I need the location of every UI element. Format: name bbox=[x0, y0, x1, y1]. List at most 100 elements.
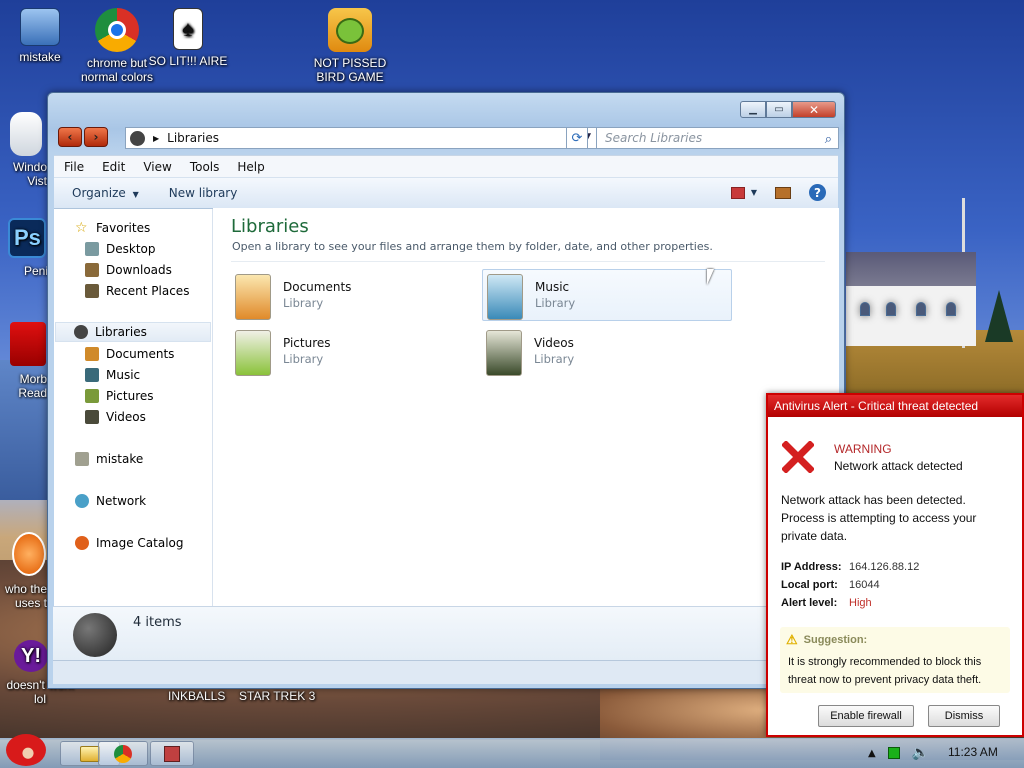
refresh-button[interactable]: ⟳ bbox=[566, 127, 588, 149]
network-status-icon[interactable] bbox=[887, 747, 900, 759]
desktop-icon-inkballs[interactable]: INKBALLS bbox=[168, 689, 225, 703]
tile-name: Pictures bbox=[283, 336, 331, 350]
documents-library-icon bbox=[235, 274, 271, 320]
menu-tools[interactable]: Tools bbox=[190, 160, 220, 174]
nav-recent-places[interactable]: Recent Places bbox=[85, 281, 189, 301]
command-bar-right: ▼ ? bbox=[730, 184, 826, 201]
tile-name: Documents bbox=[283, 280, 352, 294]
suggestion-box: ⚠ Suggestion: It is strongly recommended… bbox=[780, 627, 1010, 693]
new-library-button[interactable]: New library bbox=[169, 186, 238, 200]
error-x-icon bbox=[782, 441, 814, 473]
suggestion-header: ⚠ Suggestion: bbox=[786, 632, 867, 648]
desktop-icon-label: STAR TREK 3 bbox=[239, 689, 316, 703]
system-tray: ▲ 🔈 bbox=[868, 742, 929, 764]
alert-level-value: High bbox=[849, 597, 872, 609]
menu-edit[interactable]: Edit bbox=[102, 160, 125, 174]
desktop-icon-bird-game[interactable]: NOT PISSED BIRD GAME bbox=[310, 8, 390, 84]
nav-image-catalog[interactable]: Image Catalog bbox=[75, 533, 183, 553]
search-icon[interactable]: ⌕ bbox=[825, 130, 832, 150]
library-tile-documents[interactable]: Documents Library bbox=[231, 270, 481, 322]
desktop-icon-windows-vista[interactable]: Windo Vist bbox=[0, 112, 47, 188]
antivirus-alert-dialog: Antivirus Alert - Critical threat detect… bbox=[766, 393, 1024, 737]
angry-bird-icon bbox=[6, 734, 46, 766]
nav-videos[interactable]: Videos bbox=[85, 407, 146, 427]
alert-level-label: Alert level: bbox=[781, 597, 838, 609]
chevron-down-icon: ▼ bbox=[132, 190, 139, 199]
search-input[interactable]: Search Libraries ⌕ bbox=[596, 127, 839, 149]
yahoo-icon: Y! bbox=[14, 640, 48, 672]
nav-downloads[interactable]: Downloads bbox=[85, 260, 172, 280]
change-view-button[interactable]: ▼ bbox=[730, 186, 757, 199]
menu-help[interactable]: Help bbox=[237, 160, 264, 174]
desktop-icon-star-trek[interactable]: STAR TREK 3 bbox=[239, 689, 315, 703]
tile-type: Library bbox=[534, 352, 575, 366]
close-button[interactable]: ✕ bbox=[792, 101, 836, 118]
library-tile-pictures[interactable]: Pictures Library bbox=[231, 326, 481, 378]
organize-button[interactable]: Organize ▼ bbox=[72, 186, 139, 200]
warning-triangle-icon: ⚠ bbox=[786, 632, 798, 647]
chrome-icon bbox=[95, 8, 139, 52]
nav-label: Pictures bbox=[106, 389, 154, 403]
volume-icon[interactable]: 🔈 bbox=[912, 745, 929, 761]
desktop-icon-reader[interactable]: Morb Read bbox=[0, 322, 47, 400]
menu-view[interactable]: View bbox=[143, 160, 171, 174]
nav-mistake[interactable]: mistake bbox=[75, 449, 143, 469]
videos-icon bbox=[85, 410, 99, 424]
back-button[interactable]: ‹ bbox=[58, 127, 82, 147]
menu-file[interactable]: File bbox=[64, 160, 84, 174]
nav-label: Documents bbox=[106, 347, 175, 361]
desktop-icon-mistake[interactable]: mistake bbox=[0, 8, 80, 64]
nav-label: mistake bbox=[96, 452, 144, 466]
videos-library-icon bbox=[486, 330, 522, 376]
nav-documents[interactable]: Documents bbox=[85, 344, 174, 364]
maximize-button[interactable]: ▭ bbox=[766, 101, 792, 118]
tile-name: Music bbox=[535, 280, 570, 294]
suggestion-title: Suggestion: bbox=[803, 634, 868, 646]
nav-pictures[interactable]: Pictures bbox=[85, 386, 154, 406]
nav-music[interactable]: Music bbox=[85, 365, 140, 385]
taskbar-clock[interactable]: 11:23 AM bbox=[948, 745, 998, 759]
view-icon bbox=[730, 186, 745, 199]
taskbar-app-button[interactable] bbox=[150, 741, 194, 766]
star-icon: ☆ bbox=[75, 220, 88, 236]
nav-network[interactable]: Network bbox=[75, 491, 146, 511]
divider bbox=[231, 261, 825, 262]
desktop-icon-who-the[interactable]: who the uses t bbox=[0, 532, 47, 610]
breadcrumb-arrow-icon[interactable]: ▶ bbox=[153, 134, 159, 143]
desktop-icon-label: Morb Read bbox=[18, 372, 47, 400]
desktop-icon-chrome[interactable]: chrome but normal colors bbox=[77, 8, 157, 84]
desktop-icon-solitaire[interactable]: ♠ SO LIT!!! AIRE bbox=[148, 8, 228, 68]
help-icon[interactable]: ? bbox=[809, 184, 826, 201]
nav-libraries[interactable]: Libraries bbox=[55, 322, 211, 342]
ip-address-label: IP Address: bbox=[781, 561, 842, 573]
enable-firewall-button[interactable]: Enable firewall bbox=[818, 705, 914, 727]
nav-label: Recent Places bbox=[106, 284, 190, 298]
nav-desktop[interactable]: Desktop bbox=[85, 239, 156, 259]
dismiss-button[interactable]: Dismiss bbox=[928, 705, 1000, 727]
show-hidden-icons-icon[interactable]: ▲ bbox=[868, 748, 876, 759]
page-title: Libraries bbox=[231, 216, 309, 237]
library-tile-music[interactable]: Music Library bbox=[482, 269, 732, 321]
recent-places-icon bbox=[85, 284, 99, 298]
taskbar-chrome-button[interactable] bbox=[98, 741, 148, 766]
library-tile-videos[interactable]: Videos Library bbox=[482, 326, 732, 378]
lightning-icon bbox=[12, 532, 46, 576]
address-label: Libraries bbox=[167, 131, 219, 145]
mouse-cursor-icon bbox=[707, 269, 714, 285]
minimize-button[interactable]: ▁ bbox=[740, 101, 766, 118]
dialog-title: Antivirus Alert - Critical threat detect… bbox=[768, 395, 1022, 417]
status-bar bbox=[53, 660, 839, 684]
forward-button[interactable]: › bbox=[84, 127, 108, 147]
nav-favorites[interactable]: ☆ Favorites bbox=[75, 218, 150, 238]
preview-pane-icon[interactable] bbox=[775, 186, 791, 199]
suggestion-text: It is strongly recommended to block this… bbox=[788, 656, 982, 686]
threat-headline: Network attack detected bbox=[834, 459, 963, 473]
downloads-icon bbox=[85, 263, 99, 277]
computer-icon bbox=[20, 8, 60, 46]
start-button[interactable] bbox=[4, 732, 50, 768]
desktop-icon-photoshop[interactable]: Ps Peni bbox=[0, 218, 48, 278]
address-bar[interactable]: ▶ Libraries ▼ bbox=[125, 127, 597, 149]
local-port-value: 16044 bbox=[849, 579, 880, 591]
green-pig-icon bbox=[328, 8, 372, 52]
back-forward-buttons: ‹ › bbox=[58, 127, 110, 147]
